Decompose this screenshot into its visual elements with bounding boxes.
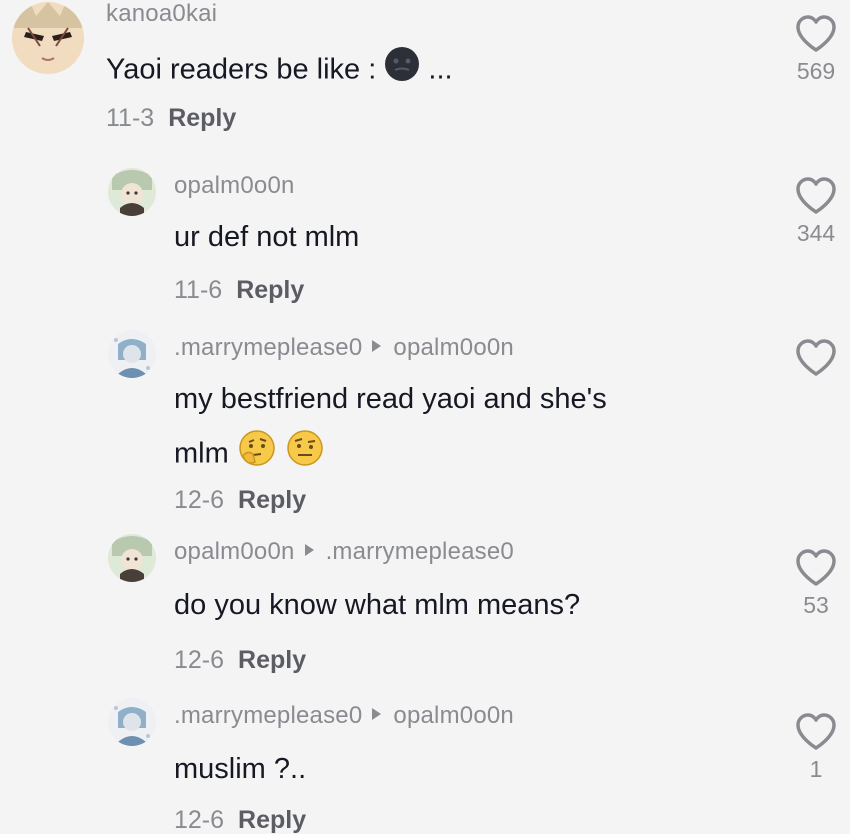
comment-date: 11-3 <box>106 104 155 132</box>
comment-username[interactable]: opalm0o0n <box>174 172 295 200</box>
reply-to-username[interactable]: opalm0o0n <box>393 702 514 729</box>
comment-meta: 12-6 Reply <box>174 646 306 675</box>
comment-text: do you know what mlm means? <box>174 589 581 621</box>
comment-username[interactable]: opalm0o0n .marrymeplease0 <box>174 538 514 566</box>
like-button[interactable]: 569 <box>786 14 846 85</box>
comment-date: 12-6 <box>174 486 225 514</box>
comment-meta: 12-6 Reply <box>174 806 306 834</box>
heart-outline-icon <box>796 339 836 376</box>
comment-meta: 11-3 Reply <box>106 104 236 133</box>
reply-button[interactable]: Reply <box>236 276 304 304</box>
comment-meta: 12-6 Reply <box>174 486 306 515</box>
avatar[interactable] <box>12 2 84 74</box>
comment-username[interactable]: .marrymeplease0 opalm0o0n <box>174 334 514 362</box>
reply-button[interactable]: Reply <box>238 806 306 834</box>
comment-text-line-2: mlm <box>174 428 325 482</box>
comment-text: ur def not mlm <box>174 221 360 253</box>
thinking-face-emoji <box>237 428 277 482</box>
reply-to-arrow-icon <box>372 340 382 352</box>
heart-outline-icon <box>796 549 836 586</box>
avatar[interactable] <box>108 534 156 582</box>
comment-date: 11-6 <box>174 276 223 304</box>
reply-to-username[interactable]: .marrymeplease0 <box>326 538 514 565</box>
heart-outline-icon <box>796 15 836 52</box>
heart-outline-icon <box>796 177 836 214</box>
reply-button[interactable]: Reply <box>238 646 306 674</box>
comment-text: Yaoi readers be like : ... <box>106 46 453 96</box>
reply-button[interactable]: Reply <box>168 104 236 132</box>
like-count: 344 <box>796 220 836 246</box>
comment-text: my bestfriend read yaoi and she's <box>174 383 607 415</box>
like-count: 1 <box>809 756 823 782</box>
raised-eyebrow-face-emoji <box>285 428 325 482</box>
dark-face-emoji <box>384 46 420 96</box>
comment-username[interactable]: .marrymeplease0 opalm0o0n <box>174 702 514 730</box>
avatar[interactable] <box>108 698 156 746</box>
avatar[interactable] <box>108 330 156 378</box>
like-count: 569 <box>796 58 836 84</box>
comment-meta: 11-6 Reply <box>174 276 304 305</box>
heart-outline-icon <box>796 713 836 750</box>
like-button[interactable]: 344 <box>786 176 846 247</box>
like-count: 53 <box>803 592 829 618</box>
comment-text: muslim ?.. <box>174 753 307 785</box>
like-button[interactable]: 1 <box>786 712 846 783</box>
reply-button[interactable]: Reply <box>238 486 306 514</box>
comment-date: 12-6 <box>174 806 225 834</box>
reply-to-arrow-icon <box>372 708 382 720</box>
like-button[interactable]: 53 <box>786 548 846 619</box>
comment-username[interactable]: kanoa0kai <box>106 0 217 28</box>
comments-panel: kanoa0kai Yaoi readers be like : ... 11-… <box>0 0 850 834</box>
comment-date: 12-6 <box>174 646 225 674</box>
reply-to-username[interactable]: opalm0o0n <box>393 334 514 361</box>
like-button[interactable] <box>786 338 846 382</box>
avatar[interactable] <box>108 168 156 216</box>
reply-to-arrow-icon <box>304 544 314 556</box>
